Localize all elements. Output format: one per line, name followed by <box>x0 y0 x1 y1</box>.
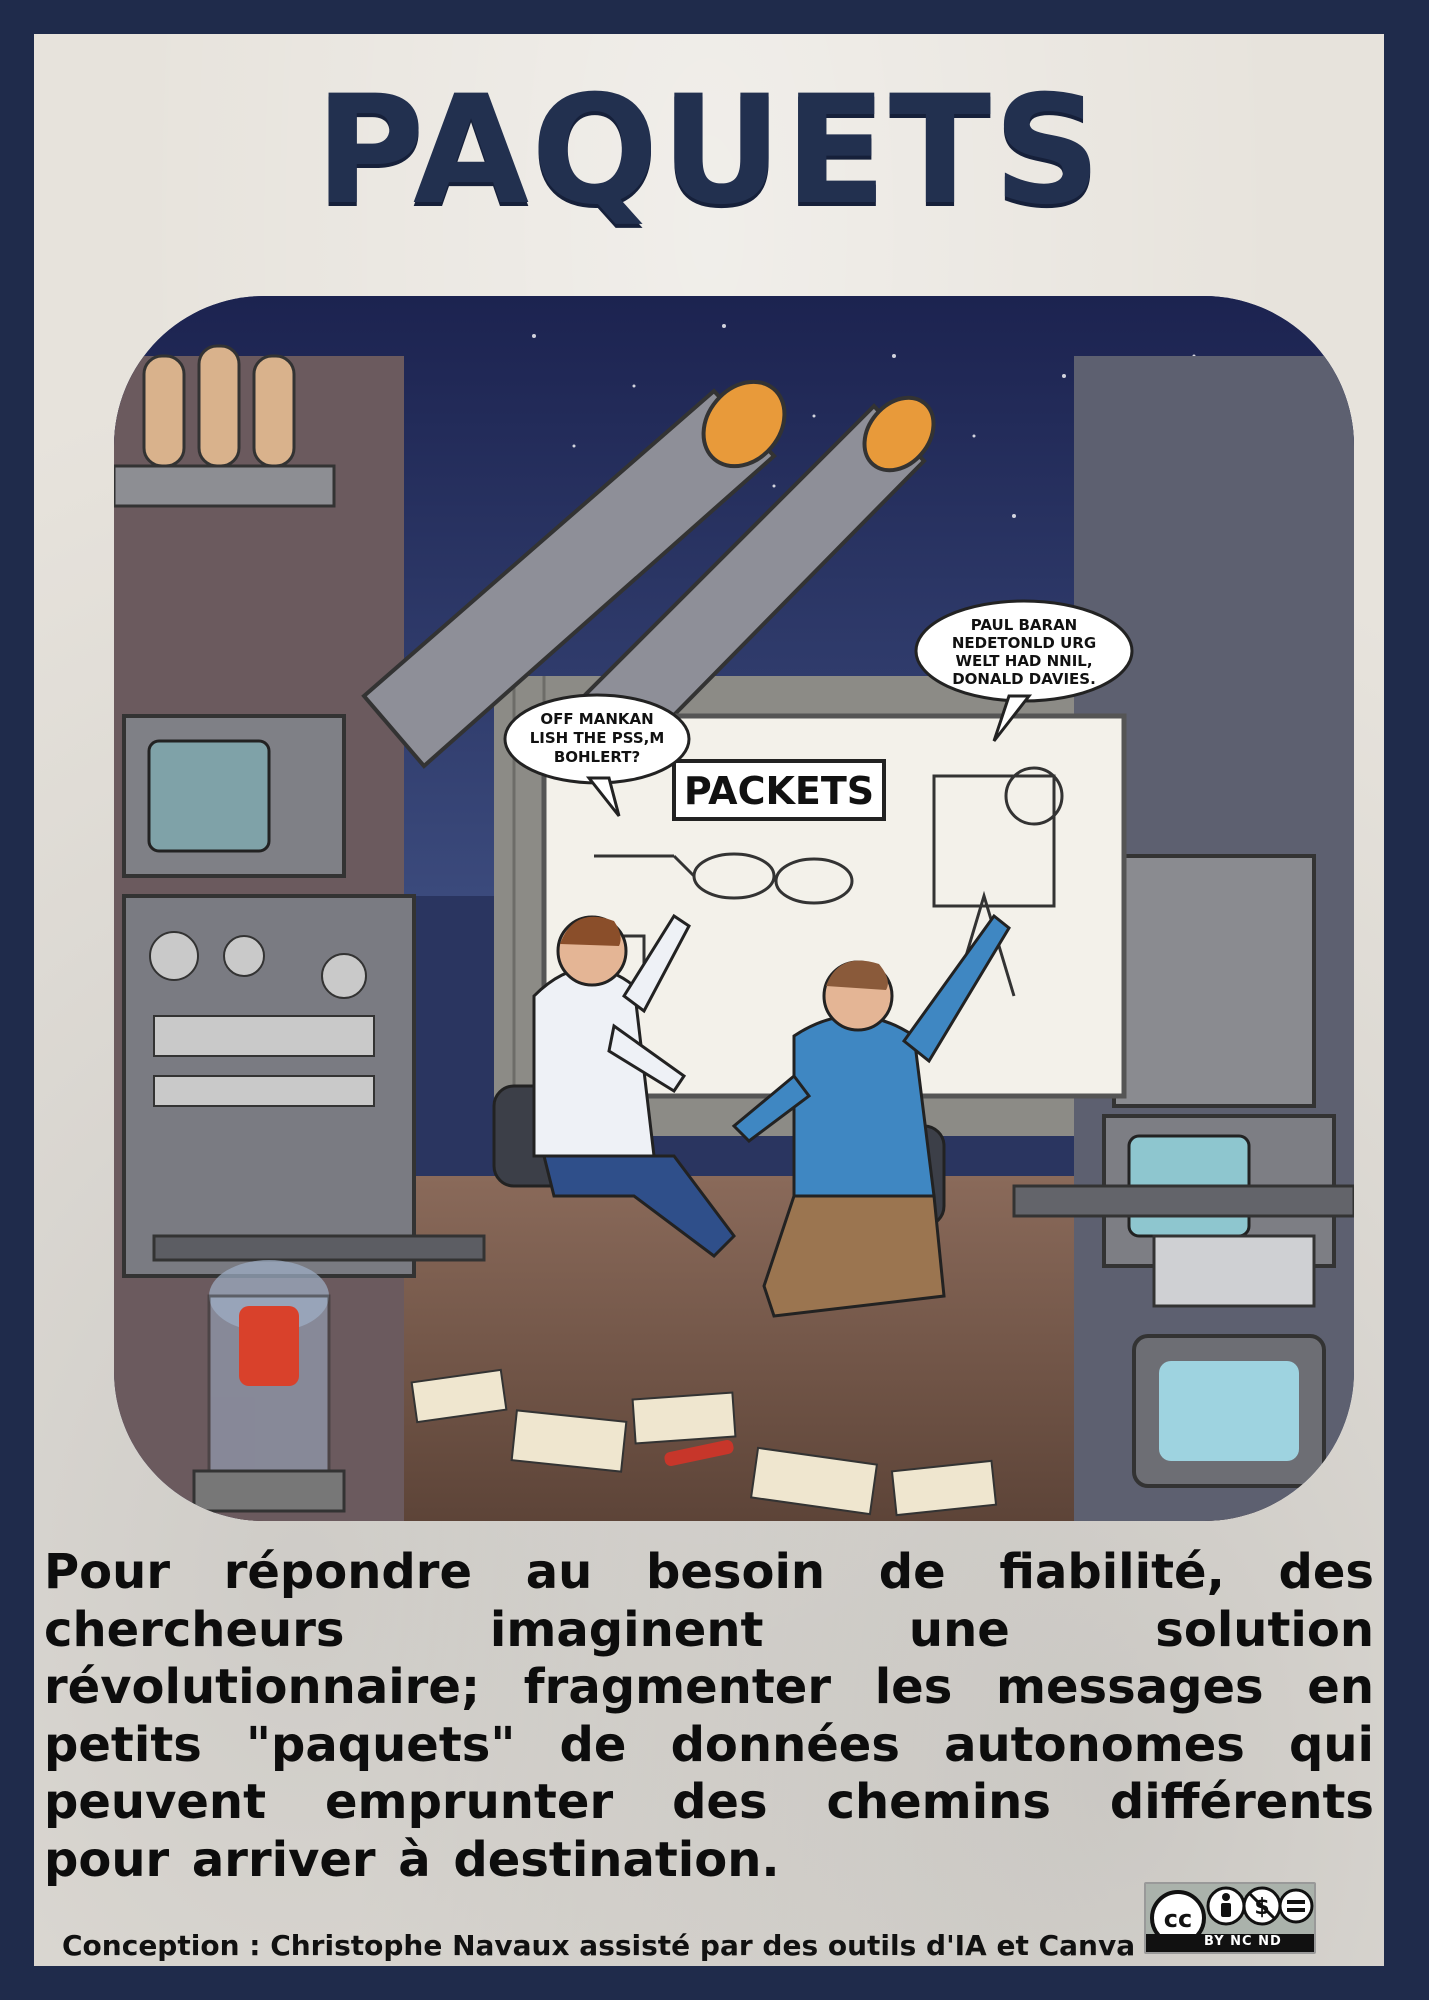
nc-dollar-icon: $ <box>1242 1886 1282 1926</box>
bubble-right-line-3: WELT HAD NNIL, <box>955 652 1092 670</box>
crt-screen <box>1159 1361 1299 1461</box>
credits-footer: Conception : Christophe Navaux assisté p… <box>62 1929 1136 1962</box>
keyboard <box>1152 1234 1316 1308</box>
bubble-right-line-4: DONALD DAVIES. <box>952 670 1096 688</box>
bubble-right-line-2: NEDETONLD URG <box>952 634 1096 652</box>
license-badge[interactable]: cc $ BY NC ND <box>1144 1882 1316 1954</box>
left-desk <box>152 1234 486 1262</box>
bubble-left-line-3: BOHLERT? <box>554 748 640 766</box>
right-rack <box>1112 854 1316 1108</box>
license-text: BY NC ND <box>1204 1934 1282 1949</box>
left-screen <box>147 739 271 853</box>
bubble-right-line-1: PAUL BARAN <box>971 616 1077 634</box>
illustration-panel: PACKETS OFF MANKAN LISH THE PSS,M BOHLER… <box>114 296 1354 1521</box>
right-desk <box>1012 1184 1354 1218</box>
bubble-left-line-1: OFF MANKAN <box>540 710 653 728</box>
poster-title: PAQUETS <box>314 64 1104 238</box>
poster-body-text: Pour répondre au besoin de fiabilité, de… <box>44 1544 1374 1888</box>
console-dials <box>149 931 375 1107</box>
bubble-left-line-2: LISH THE PSS,M <box>530 729 665 747</box>
cc-icon: cc <box>1150 1890 1206 1934</box>
dome-base <box>192 1469 346 1513</box>
svg-text:cc: cc <box>1164 1905 1192 1933</box>
poster-frame: PAQUETS PACKETS OFF MANKAN LISH THE PSS,… <box>34 34 1384 1966</box>
red-tube <box>239 1306 299 1386</box>
whiteboard-title: PACKETS <box>684 769 874 813</box>
by-person-icon <box>1206 1886 1246 1926</box>
nd-equal-icon <box>1278 1888 1314 1924</box>
